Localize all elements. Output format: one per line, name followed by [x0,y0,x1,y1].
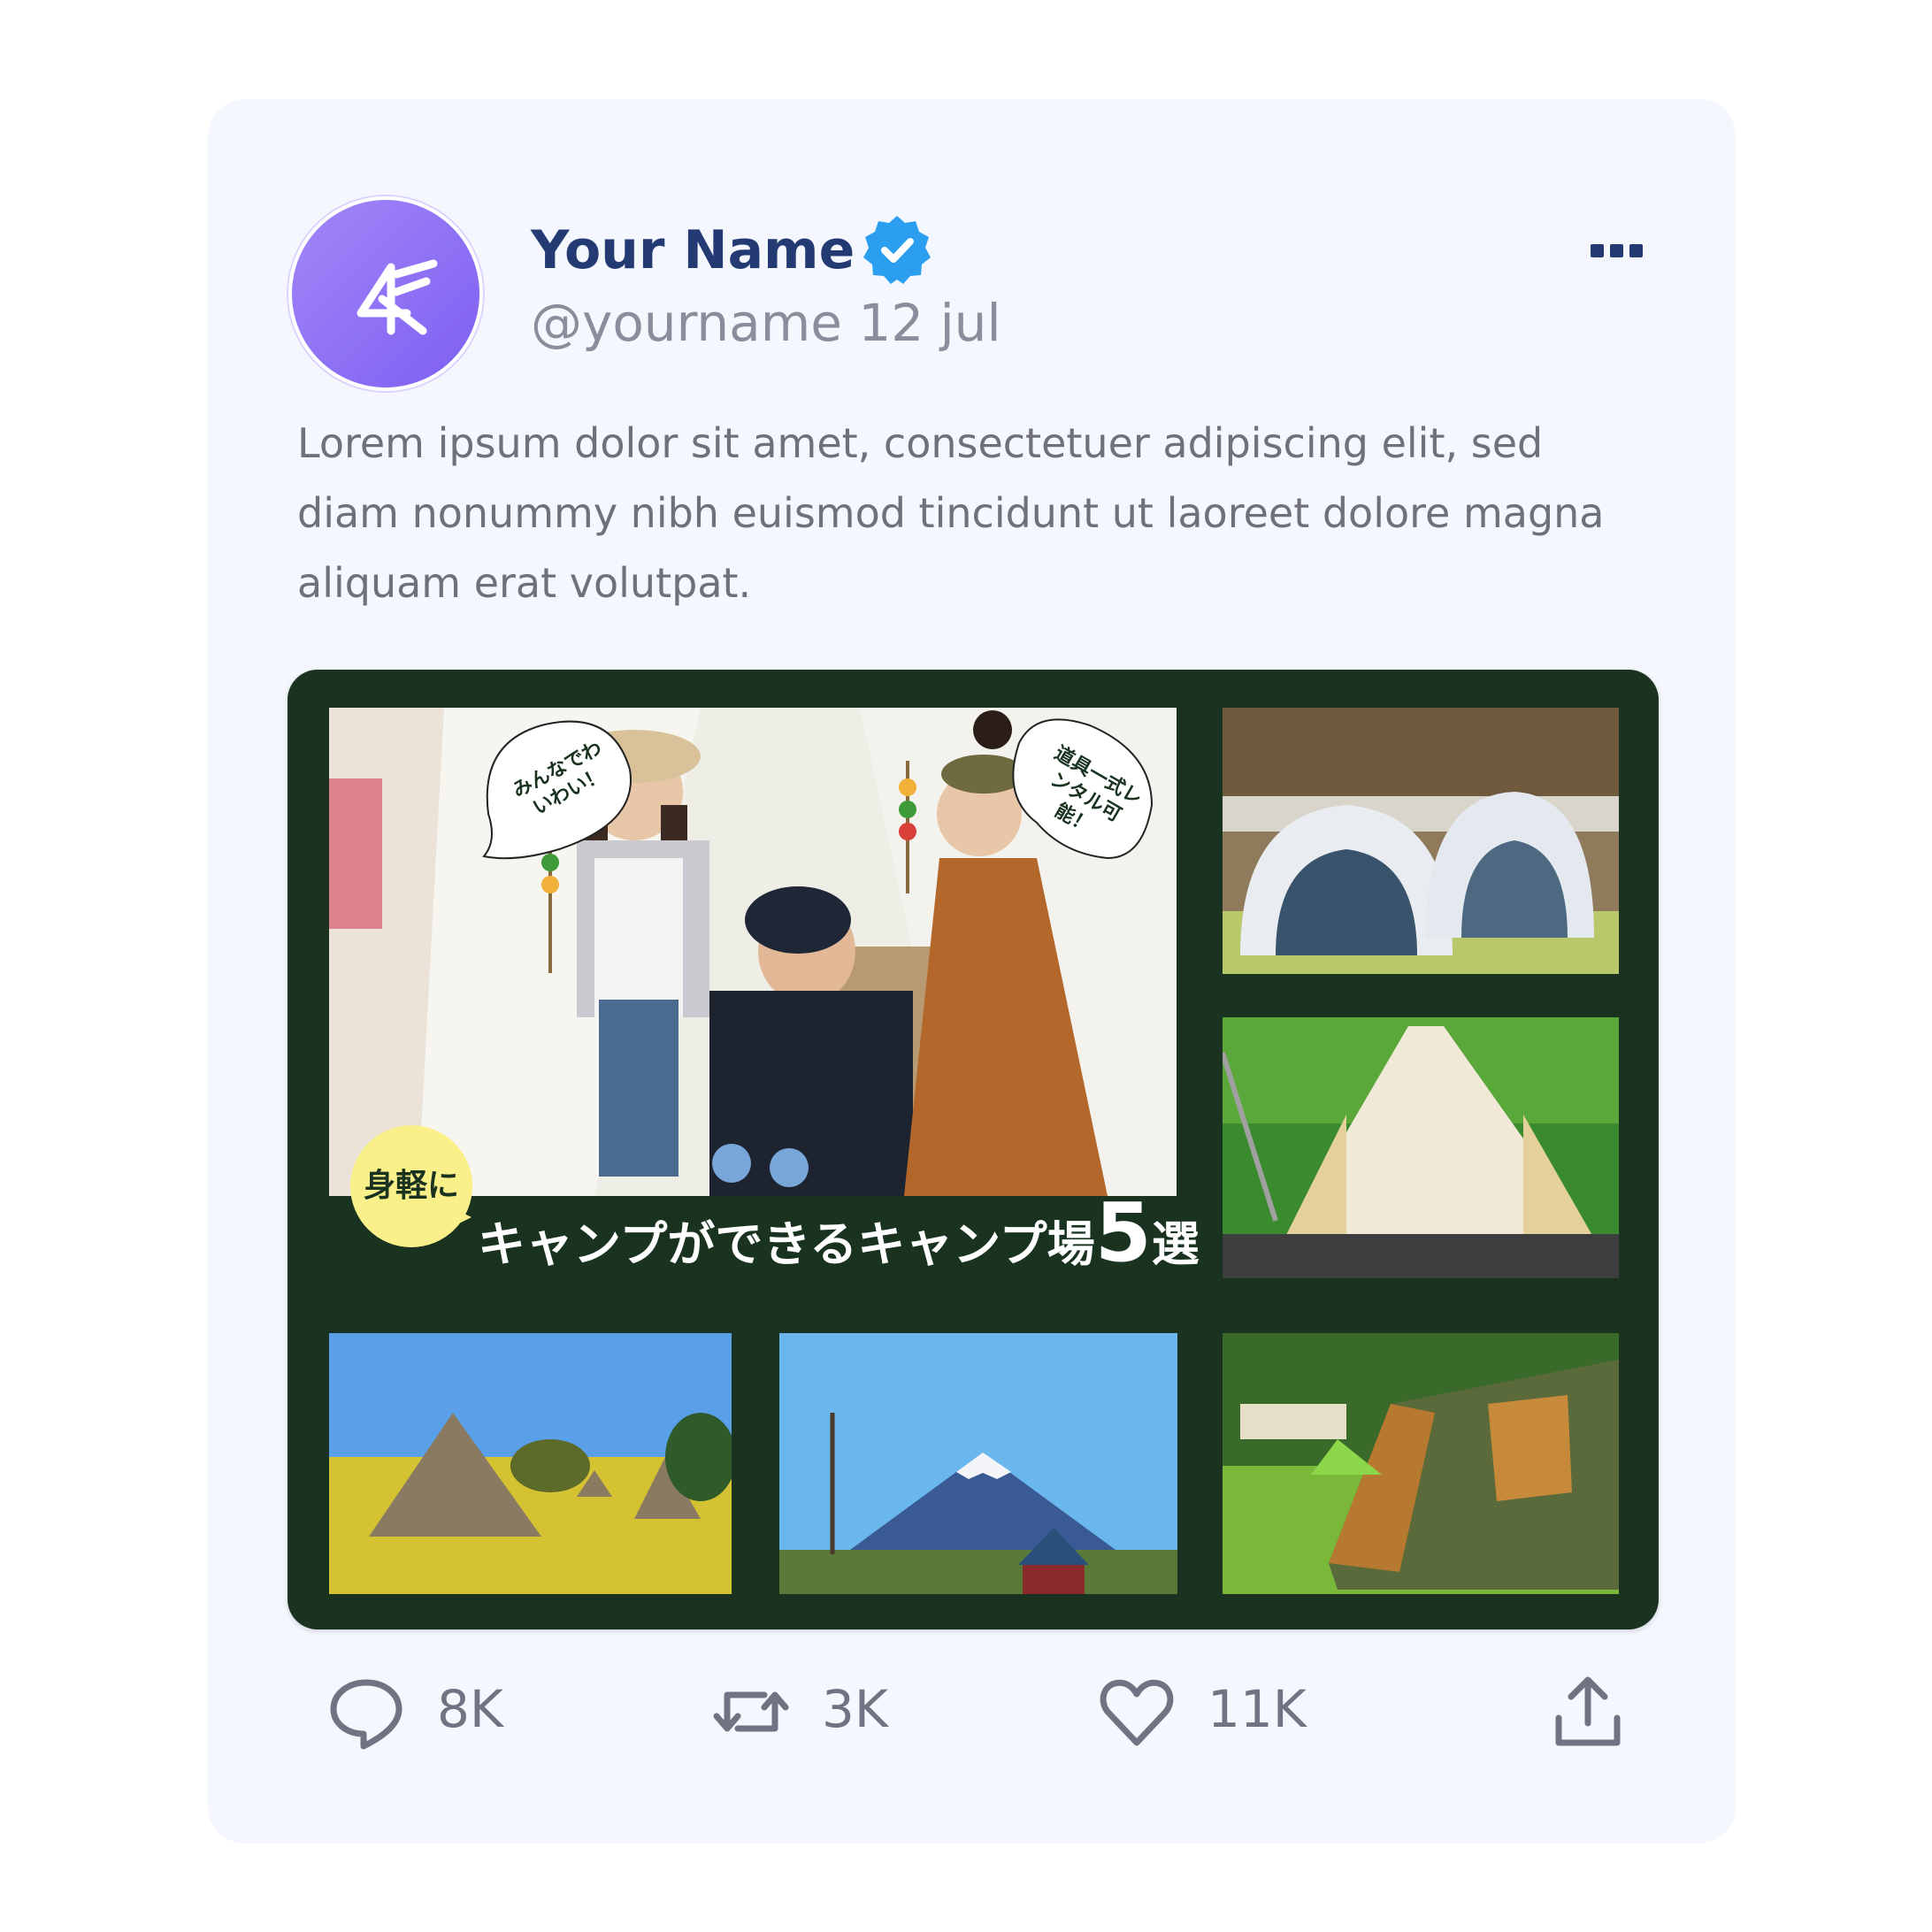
share-button[interactable] [1548,1663,1637,1752]
retweet-icon [713,1691,789,1732]
post-date[interactable]: 12 jul [858,293,1000,353]
headline-suffix: 選 [1151,1216,1200,1272]
like-button[interactable]: 11K [1097,1663,1327,1752]
media-headline: キャンプができるキャンプ場5選 [478,1192,1200,1280]
more-dot-icon [1591,244,1604,257]
photo-mountain [779,1333,1177,1594]
headline-number: 5 [1094,1185,1152,1280]
user-handle[interactable]: @yourname [531,293,842,353]
retweet-count: 3K [822,1679,888,1739]
headline-prefix: キャンプができるキャンプ場 [478,1216,1095,1272]
more-dot-icon [1629,244,1643,257]
more-options-button[interactable] [1591,232,1661,267]
main-photo: みんなでわいわい！ 道具一式レンタル可能！ [329,708,1177,1196]
brand-logo-icon [356,259,438,335]
photo-domes [1223,708,1619,974]
comment-icon [330,1679,402,1750]
handle-and-date: @yourname 12 jul [531,288,1001,358]
badge-tail [447,1205,472,1230]
photo-tents-grass [1223,1333,1619,1594]
verified-badge-icon [863,216,931,284]
display-name[interactable]: Your Name [531,215,855,286]
share-icon [1555,1676,1621,1746]
post-text: Lorem ipsum dolor sit amet, consectetuer… [297,419,1605,607]
like-count: 11K [1208,1679,1307,1739]
photo-teepees [329,1333,732,1594]
badge-text: 身軽に [363,1168,459,1204]
reply-count: 8K [437,1679,503,1739]
avatar[interactable] [288,196,483,391]
heart-icon [1100,1679,1174,1746]
more-dot-icon [1610,244,1623,257]
photo-bell-tent [1223,1017,1619,1278]
retweet-button[interactable]: 3K [711,1663,941,1752]
post-media[interactable]: みんなでわいわい！ 道具一式レンタル可能！ 身軽に キャンプができるキャンプ場5… [288,670,1659,1629]
reply-button[interactable]: 8K [326,1663,556,1752]
